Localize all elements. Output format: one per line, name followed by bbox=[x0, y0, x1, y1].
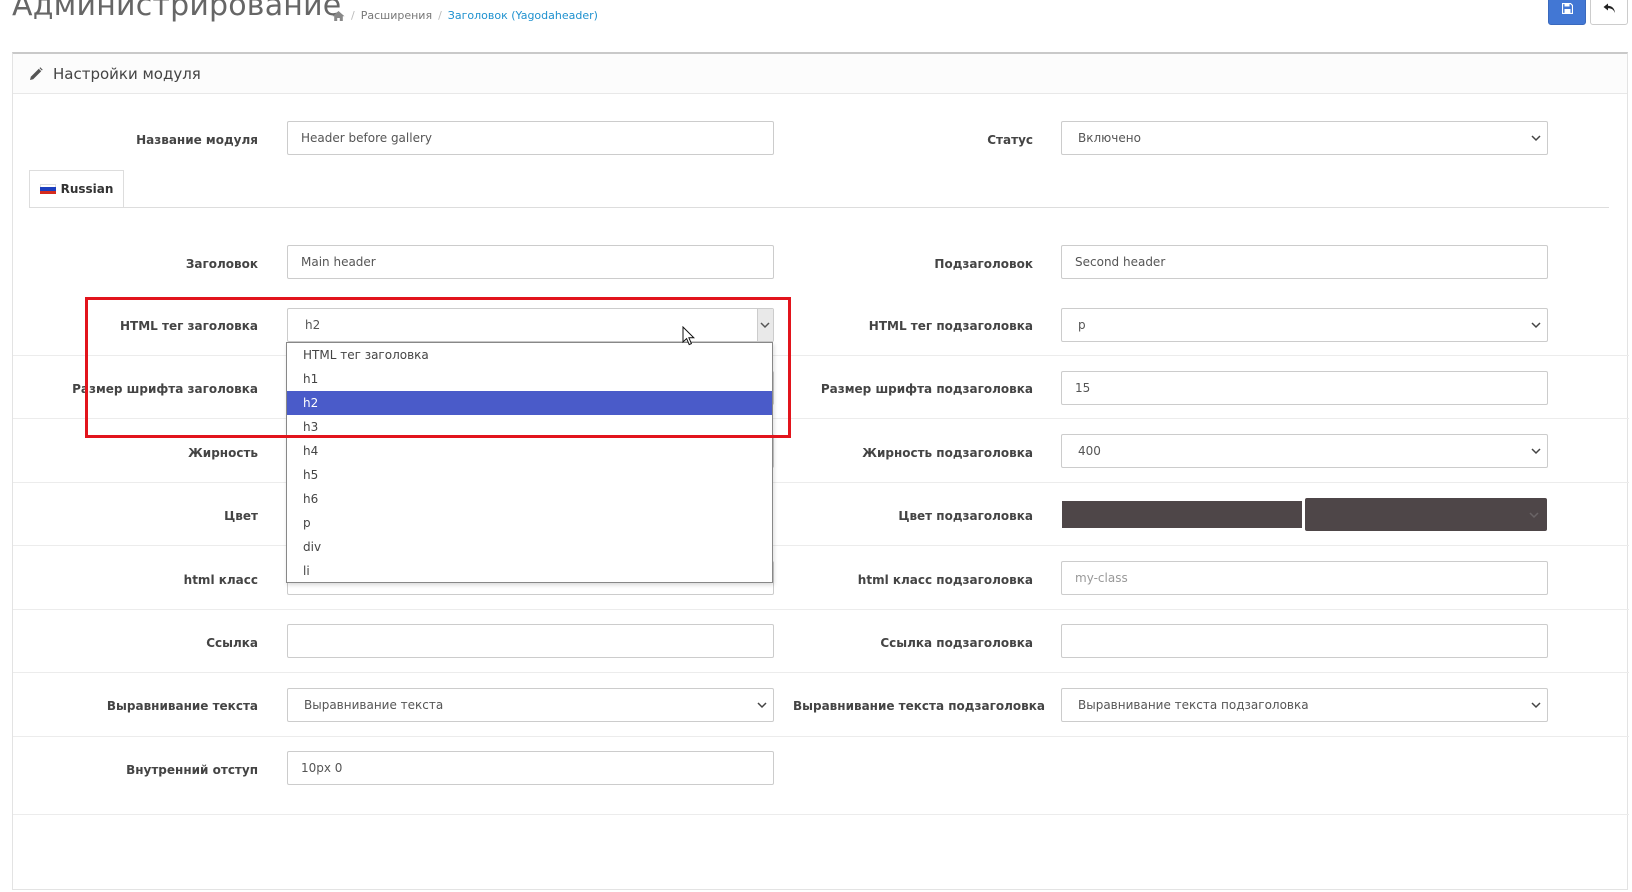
padding-input[interactable]: 10px 0 bbox=[287, 751, 774, 785]
breadcrumb-module[interactable]: Заголовок (Yagodaheader) bbox=[448, 9, 598, 22]
subheading-label: Подзаголовок bbox=[934, 257, 1033, 271]
mouse-cursor-icon bbox=[682, 326, 695, 346]
subheading-link-input[interactable] bbox=[1061, 624, 1548, 658]
subheading-tag-value: p bbox=[1078, 318, 1086, 332]
save-icon bbox=[1561, 3, 1573, 14]
text-align-select[interactable]: Выравнивание текста bbox=[287, 688, 774, 722]
padding-label: Внутренний отступ bbox=[126, 763, 258, 777]
dropdown-option[interactable]: div bbox=[287, 535, 772, 559]
subheading-html-class-label: html класс подзаголовка bbox=[857, 573, 1033, 587]
subheading-color-select[interactable] bbox=[1305, 498, 1547, 531]
chevron-down-icon bbox=[1531, 135, 1541, 142]
subheading-weight-label: Жирность подзаголовка bbox=[862, 446, 1033, 460]
back-button[interactable] bbox=[1590, 0, 1628, 25]
home-icon[interactable] bbox=[332, 10, 345, 22]
tabs-divider bbox=[29, 207, 1609, 208]
html-class-label: html класс bbox=[183, 573, 258, 587]
chevron-down-icon bbox=[760, 322, 770, 329]
breadcrumb-extensions[interactable]: Расширения bbox=[361, 9, 432, 22]
dropdown-option[interactable]: h5 bbox=[287, 463, 772, 487]
subheading-link-label: Ссылка подзаголовка bbox=[880, 636, 1033, 650]
breadcrumb-separator: / bbox=[351, 9, 355, 22]
status-value: Включено bbox=[1078, 131, 1141, 145]
subheading-font-size-label: Размер шрифта подзаголовка bbox=[820, 382, 1033, 396]
heading-tag-value: h2 bbox=[305, 318, 321, 332]
subheading-tag-select[interactable]: p bbox=[1061, 308, 1548, 342]
row-divider bbox=[13, 736, 1629, 737]
page: Администрирование / Расширения / Заголов… bbox=[0, 0, 1632, 892]
tab-russian[interactable]: Russian bbox=[29, 170, 124, 208]
breadcrumb-separator: / bbox=[438, 9, 442, 22]
row-divider bbox=[13, 609, 1629, 610]
chevron-down-icon bbox=[1531, 702, 1541, 709]
dropdown-option[interactable]: li bbox=[287, 559, 772, 583]
heading-tag-label: HTML тег заголовка bbox=[120, 319, 258, 333]
row-divider bbox=[13, 418, 1629, 419]
row-divider bbox=[13, 355, 1629, 356]
subheading-weight-select[interactable]: 400 bbox=[1061, 434, 1548, 468]
dropdown-option[interactable]: h3 bbox=[287, 415, 772, 439]
heading-input[interactable]: Main header bbox=[287, 245, 774, 279]
link-input[interactable] bbox=[287, 624, 774, 658]
panel-heading: Настройки модуля bbox=[13, 54, 1627, 94]
status-label: Статус bbox=[987, 133, 1033, 147]
select-arrow-box[interactable] bbox=[757, 309, 773, 341]
dropdown-option[interactable]: h6 bbox=[287, 487, 772, 511]
row-divider bbox=[13, 814, 1629, 815]
link-label: Ссылка bbox=[206, 636, 258, 650]
status-select[interactable]: Включено bbox=[1061, 121, 1548, 155]
row-divider bbox=[13, 545, 1629, 546]
module-settings-panel: Настройки модуля Название модуля Header … bbox=[12, 52, 1629, 890]
dropdown-option[interactable]: h1 bbox=[287, 367, 772, 391]
dropdown-option[interactable]: p bbox=[287, 511, 772, 535]
chevron-down-icon bbox=[1531, 448, 1541, 455]
dropdown-option[interactable]: h4 bbox=[287, 439, 772, 463]
page-title: Администрирование bbox=[12, 0, 342, 23]
subheading-color-swatch[interactable] bbox=[1062, 501, 1302, 528]
subheading-input[interactable]: Second header bbox=[1061, 245, 1548, 279]
subheading-html-class-input[interactable]: my-class bbox=[1061, 561, 1548, 595]
subheading-text-align-select[interactable]: Выравнивание текста подзаголовка bbox=[1061, 688, 1548, 722]
russian-flag-icon bbox=[39, 184, 56, 194]
subheading-text-align-label: Выравнивание текста подзаголовка bbox=[793, 699, 1045, 713]
tab-label: Russian bbox=[60, 182, 114, 196]
heading-tag-dropdown[interactable]: HTML тег заголовка h1 h2 h3 h4 h5 h6 p d… bbox=[286, 342, 773, 583]
text-align-value: Выравнивание текста bbox=[304, 698, 444, 712]
heading-font-size-label: Размер шрифта заголовка bbox=[72, 382, 258, 396]
pencil-icon bbox=[30, 66, 43, 80]
row-divider bbox=[13, 482, 1629, 483]
dropdown-option[interactable]: HTML тег заголовка bbox=[287, 343, 772, 367]
heading-tag-select[interactable]: h2 bbox=[287, 308, 774, 342]
reply-icon bbox=[1603, 3, 1615, 13]
subheading-tag-label: HTML тег подзаголовка bbox=[868, 319, 1033, 333]
module-name-input[interactable]: Header before gallery bbox=[287, 121, 774, 155]
heading-label: Заголовок bbox=[185, 257, 258, 271]
row-divider bbox=[13, 672, 1629, 673]
subheading-weight-value: 400 bbox=[1078, 444, 1101, 458]
module-name-label: Название модуля bbox=[136, 133, 258, 147]
chevron-down-icon bbox=[1531, 322, 1541, 329]
breadcrumb: / Расширения / Заголовок (Yagodaheader) bbox=[332, 9, 598, 22]
save-button[interactable] bbox=[1548, 0, 1586, 25]
subheading-color-label: Цвет подзаголовка bbox=[898, 509, 1033, 523]
subheading-font-size-input[interactable]: 15 bbox=[1061, 371, 1548, 405]
text-align-label: Выравнивание текста bbox=[106, 699, 258, 713]
color-label: Цвет bbox=[224, 509, 258, 523]
dropdown-option-selected[interactable]: h2 bbox=[287, 391, 772, 415]
panel-title: Настройки модуля bbox=[53, 64, 201, 83]
subheading-text-align-value: Выравнивание текста подзаголовка bbox=[1078, 698, 1309, 712]
weight-label: Жирность bbox=[188, 446, 258, 460]
chevron-down-icon bbox=[1529, 511, 1539, 518]
chevron-down-icon bbox=[757, 702, 767, 709]
